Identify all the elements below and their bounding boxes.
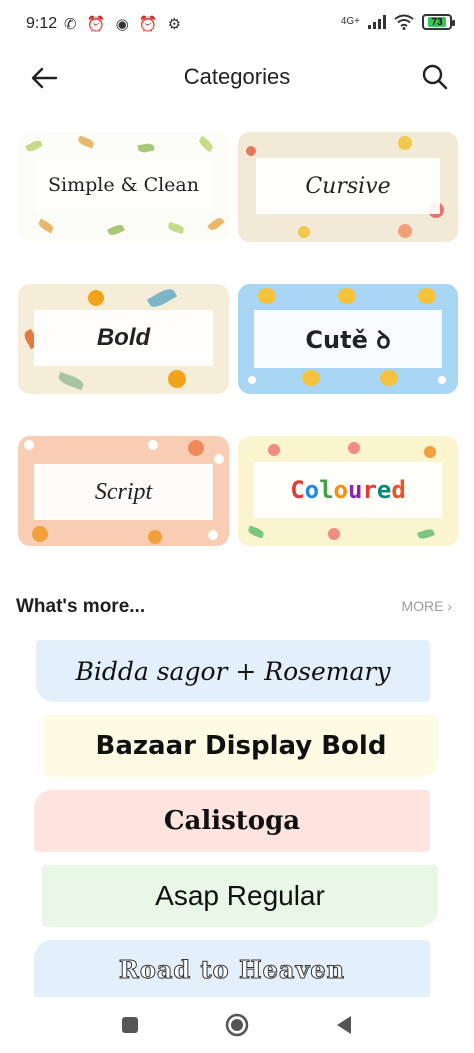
category-label: Coloured <box>290 476 406 504</box>
battery-icon: 73 <box>422 14 455 30</box>
category-card-bold[interactable]: Bold <box>18 284 229 394</box>
app-bar: Categories <box>0 52 474 104</box>
home-button[interactable] <box>223 1011 251 1039</box>
search-button[interactable] <box>420 62 452 94</box>
font-item[interactable]: Bidda sagor + Rosemary <box>36 640 430 702</box>
category-label: Script <box>94 478 153 505</box>
category-label: Cursive <box>305 173 391 199</box>
category-panel: Coloured <box>254 462 442 518</box>
category-panel: Bold <box>34 310 213 366</box>
more-link[interactable]: MORE › <box>401 598 452 614</box>
font-item[interactable]: Road to Heaven <box>34 940 430 998</box>
system-nav-bar <box>0 997 474 1053</box>
font-name: Bazaar Display Bold <box>95 731 387 761</box>
category-label: Bold <box>96 324 151 351</box>
recent-apps-button[interactable] <box>116 1011 144 1039</box>
search-icon <box>422 64 448 90</box>
coloured-letter: o <box>304 476 320 504</box>
coloured-letter: d <box>391 476 406 504</box>
category-card-simple-clean[interactable]: Simple & Clean <box>18 132 229 242</box>
font-item[interactable]: Calistoga <box>34 790 430 852</box>
coloured-letter: l <box>319 476 334 504</box>
category-label: Cutě ꝺ <box>305 325 391 354</box>
status-indicators: 4G+ 73 <box>340 14 455 30</box>
category-grid: Simple & Clean Cursive Bold Cutě ꝺ Scrip… <box>18 132 458 546</box>
category-card-coloured[interactable]: Coloured <box>238 436 458 546</box>
network-type: 4G+ <box>340 16 360 27</box>
font-item[interactable]: Bazaar Display Bold <box>44 715 438 777</box>
coloured-letter: r <box>362 476 377 504</box>
category-panel: Cursive <box>256 158 440 214</box>
whats-more-header: What's more... MORE › <box>16 592 452 622</box>
square-icon <box>122 1017 138 1033</box>
triangle-icon <box>337 1016 351 1034</box>
status-notification-icons: ✆ ⏰ ◉ ⏰ ⚙ <box>64 16 185 33</box>
font-item[interactable]: Asap Regular <box>42 865 438 927</box>
category-card-cursive[interactable]: Cursive <box>238 132 458 242</box>
category-panel: Script <box>34 464 213 520</box>
category-card-script[interactable]: Script <box>18 436 229 546</box>
system-back-button[interactable] <box>330 1011 358 1039</box>
battery-level: 73 <box>428 17 446 28</box>
status-time: 9:12 <box>26 15 58 32</box>
circle-icon <box>225 1013 249 1037</box>
category-panel: Cutě ꝺ <box>254 310 442 368</box>
font-name: Road to Heaven <box>118 954 346 984</box>
font-name: Calistoga <box>163 806 301 836</box>
status-bar: 9:12 ✆ ⏰ ◉ ⏰ ⚙ 4G+ 73 <box>0 0 474 52</box>
category-label: Simple & Clean <box>47 174 199 196</box>
font-name: Asap Regular <box>155 880 325 911</box>
signal-icon <box>368 15 386 29</box>
section-title: What's more... <box>16 596 146 617</box>
coloured-letter: u <box>348 476 363 504</box>
wifi-icon <box>394 14 414 30</box>
category-card-cute[interactable]: Cutě ꝺ <box>238 284 458 394</box>
coloured-letter: C <box>290 476 305 504</box>
font-name: Bidda sagor + Rosemary <box>75 656 391 686</box>
coloured-letter: o <box>333 476 348 504</box>
coloured-letter: e <box>376 476 392 504</box>
page-title: Categories <box>183 64 291 89</box>
category-panel: Simple & Clean <box>36 160 211 210</box>
